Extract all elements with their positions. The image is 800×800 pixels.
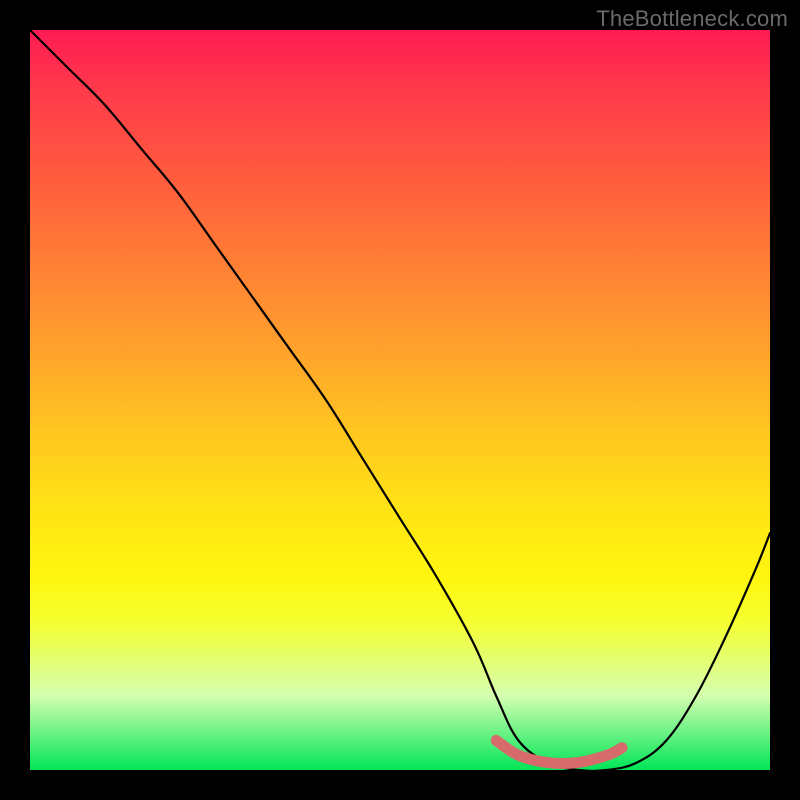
watermark-text: TheBottleneck.com [596, 6, 788, 32]
bottleneck-curve [30, 30, 770, 771]
highlight-segment [496, 740, 622, 763]
chart-frame [30, 30, 770, 770]
plot-area [30, 30, 770, 770]
chart-svg [30, 30, 770, 770]
